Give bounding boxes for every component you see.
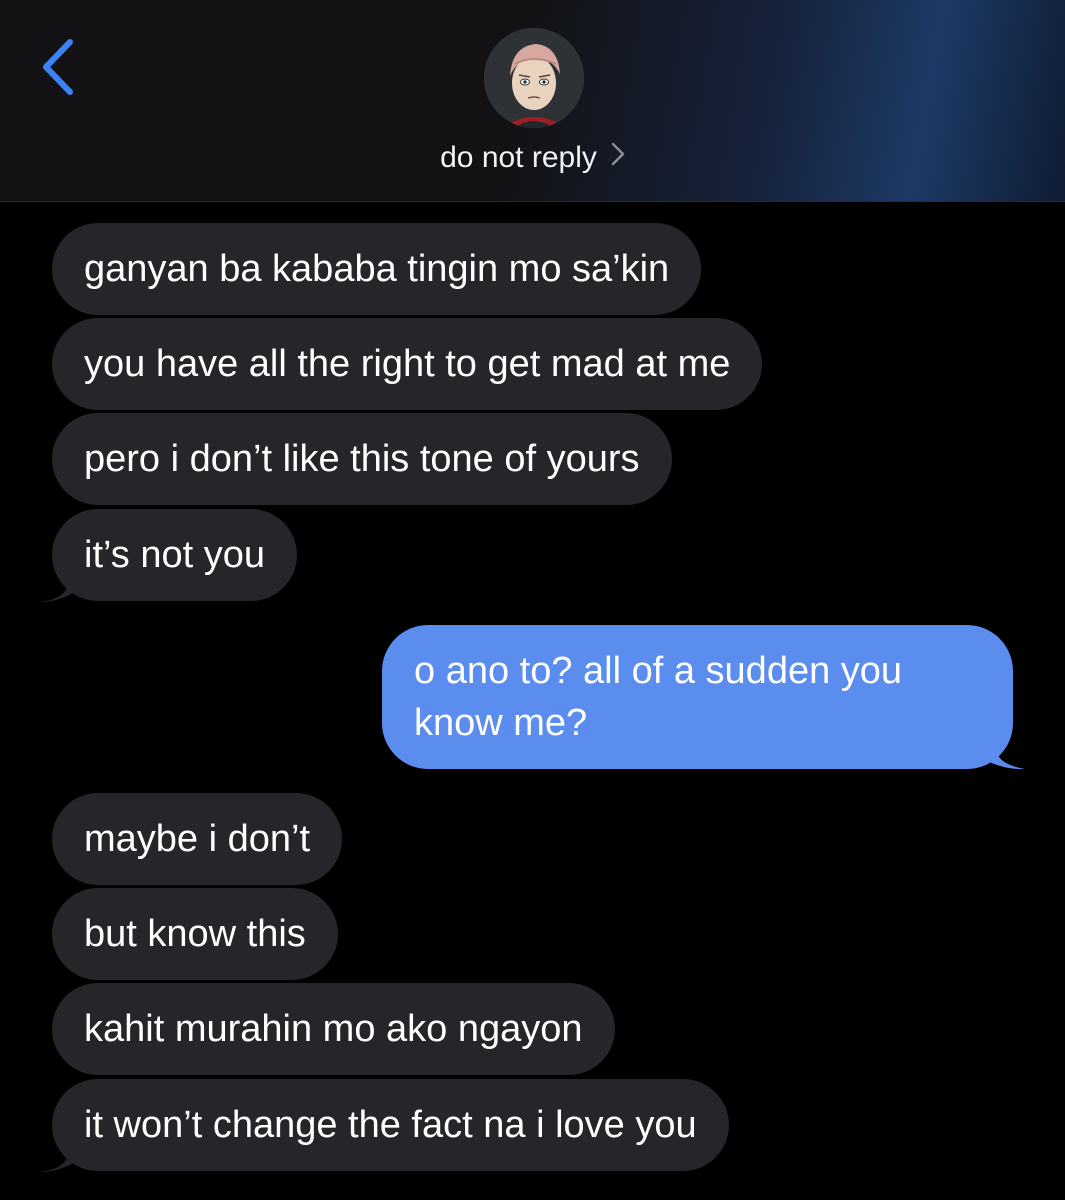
message-bubble-received[interactable]: it’s not you xyxy=(52,509,297,601)
message-bubble-sent[interactable]: o ano to? all of a sudden you know me? xyxy=(382,625,1013,769)
chevron-left-icon xyxy=(43,39,73,95)
message-text: it won’t change the fact na i love you xyxy=(84,1104,697,1146)
message-text: you have all the right to get mad at me xyxy=(84,343,731,385)
message-bubble-received[interactable]: ganyan ba kababa tingin mo sa’kin xyxy=(52,223,702,315)
bubble-tail-sent xyxy=(985,734,1025,770)
message-text: but know this xyxy=(84,913,306,955)
message-bubble-received[interactable]: maybe i don’t xyxy=(52,793,343,885)
message-bubble-received[interactable]: but know this xyxy=(52,888,338,980)
contact-name-button[interactable]: do not reply xyxy=(0,138,1065,179)
message-text: maybe i don’t xyxy=(84,818,311,860)
contact-avatar[interactable] xyxy=(484,28,584,128)
message-text: ganyan ba kababa tingin mo sa’kin xyxy=(84,248,670,290)
chevron-right-icon xyxy=(611,137,625,177)
conversation-header: do not reply xyxy=(0,0,1065,202)
message-bubble-received[interactable]: kahit murahin mo ako ngayon xyxy=(52,983,615,1075)
message-bubble-received[interactable]: you have all the right to get mad at me xyxy=(52,318,763,410)
avatar-image xyxy=(484,28,584,128)
contact-name: do not reply xyxy=(440,141,597,174)
bubble-tail-received xyxy=(40,1136,78,1172)
message-text: kahit murahin mo ako ngayon xyxy=(84,1008,583,1050)
message-text: o ano to? all of a sudden you know me? xyxy=(414,650,903,744)
message-text: it’s not you xyxy=(84,534,265,576)
back-button[interactable] xyxy=(34,34,86,100)
message-text: pero i don’t like this tone of yours xyxy=(84,438,640,480)
message-bubble-received[interactable]: pero i don’t like this tone of yours xyxy=(52,413,672,505)
bubble-tail-received xyxy=(40,566,78,602)
message-bubble-received[interactable]: it won’t change the fact na i love you xyxy=(52,1079,729,1171)
